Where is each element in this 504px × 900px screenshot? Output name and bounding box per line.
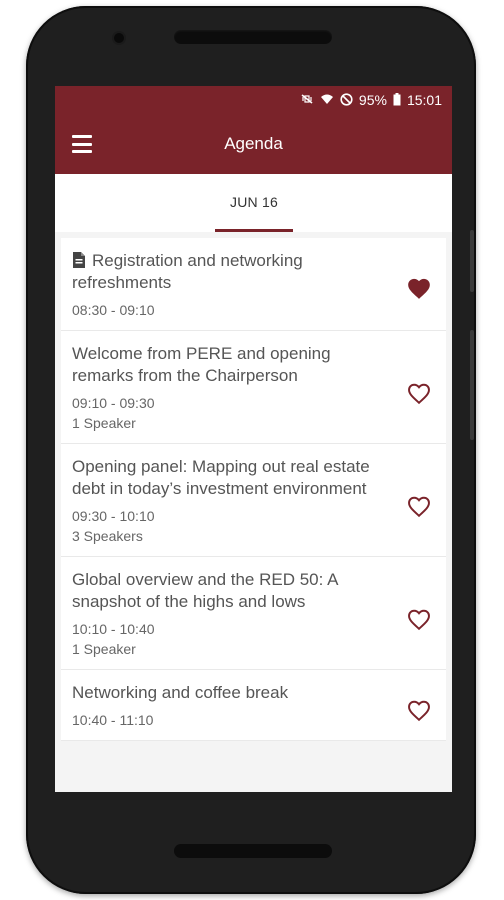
heart-outline-icon[interactable] [406,607,432,631]
agenda-item[interactable]: Networking and coffee break 10:40 - 11:1… [61,670,446,741]
agenda-list: Registration and networking refreshments… [61,238,446,741]
session-title: Networking and coffee break [72,683,289,702]
vibrate-off-icon [300,93,314,107]
date-tabs: JUN 16 [55,174,452,232]
agenda-item[interactable]: Welcome from PERE and opening remarks fr… [61,331,446,444]
do-not-disturb-icon [340,92,353,108]
session-speakers: 3 Speakers [72,528,143,544]
session-time: 10:10 - 10:40 [72,621,155,637]
tab-jun-16[interactable]: JUN 16 [215,192,293,232]
agenda-item[interactable]: Opening panel: Mapping out real estate d… [61,444,446,557]
page-title: Agenda [224,134,283,153]
session-title: Opening panel: Mapping out real estate d… [72,457,370,498]
session-time: 10:40 - 11:10 [72,712,154,728]
session-time: 09:10 - 09:30 [72,395,155,411]
earpiece-speaker [174,30,332,44]
tab-label: JUN 16 [230,194,278,210]
battery-icon [393,92,401,108]
front-camera [114,33,124,43]
heart-filled-icon[interactable] [406,276,432,300]
session-title-text: Registration and networking refreshments [72,251,303,292]
session-time: 09:30 - 10:10 [72,508,155,524]
volume-rocker [470,330,474,440]
hamburger-menu-icon[interactable] [69,132,95,156]
session-title: Global overview and the RED 50: A snapsh… [72,570,338,611]
document-icon [73,252,85,268]
app-toolbar: Agenda [55,114,452,174]
heart-outline-icon[interactable] [406,698,432,722]
app-screen: 95% 15:01 Agenda JUN 16 Registration and… [55,86,452,792]
session-speakers: 1 Speaker [72,415,136,431]
session-speakers: 1 Speaker [72,641,136,657]
session-title: Registration and networking refreshments [72,250,386,294]
agenda-item[interactable]: Registration and networking refreshments… [61,238,446,331]
bottom-speaker [174,844,332,858]
tab-selected-indicator [215,229,293,232]
status-time: 15:01 [406,92,442,108]
agenda-item[interactable]: Global overview and the RED 50: A snapsh… [61,557,446,670]
session-time: 08:30 - 09:10 [72,302,155,318]
heart-outline-icon[interactable] [406,494,432,518]
heart-outline-icon[interactable] [406,381,432,405]
power-button [470,230,474,292]
status-bar: 95% 15:01 [55,86,452,114]
battery-percent: 95% [358,92,387,108]
session-title: Welcome from PERE and opening remarks fr… [72,344,331,385]
wifi-icon [320,93,334,107]
